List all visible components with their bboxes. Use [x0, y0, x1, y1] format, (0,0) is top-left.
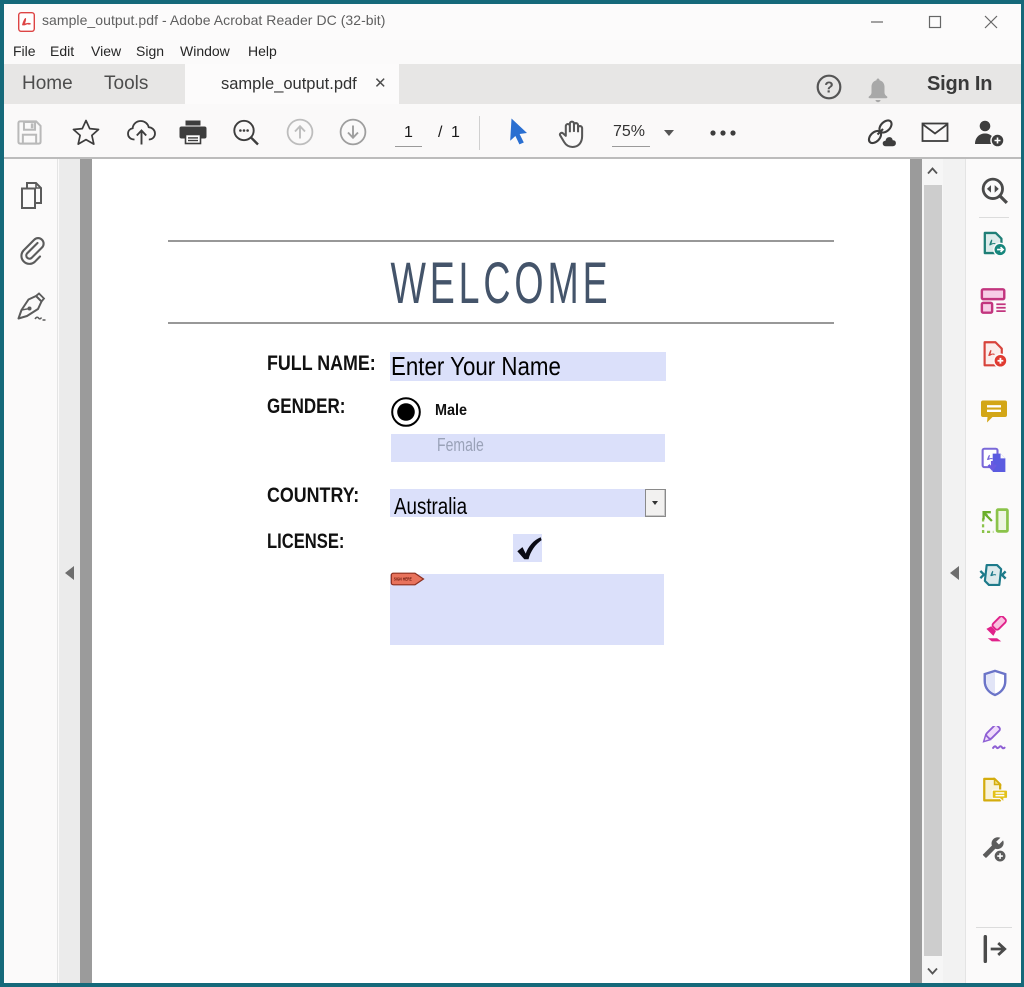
svg-text:SIGN HERE: SIGN HERE — [394, 577, 412, 582]
svg-text:?: ? — [824, 80, 833, 97]
